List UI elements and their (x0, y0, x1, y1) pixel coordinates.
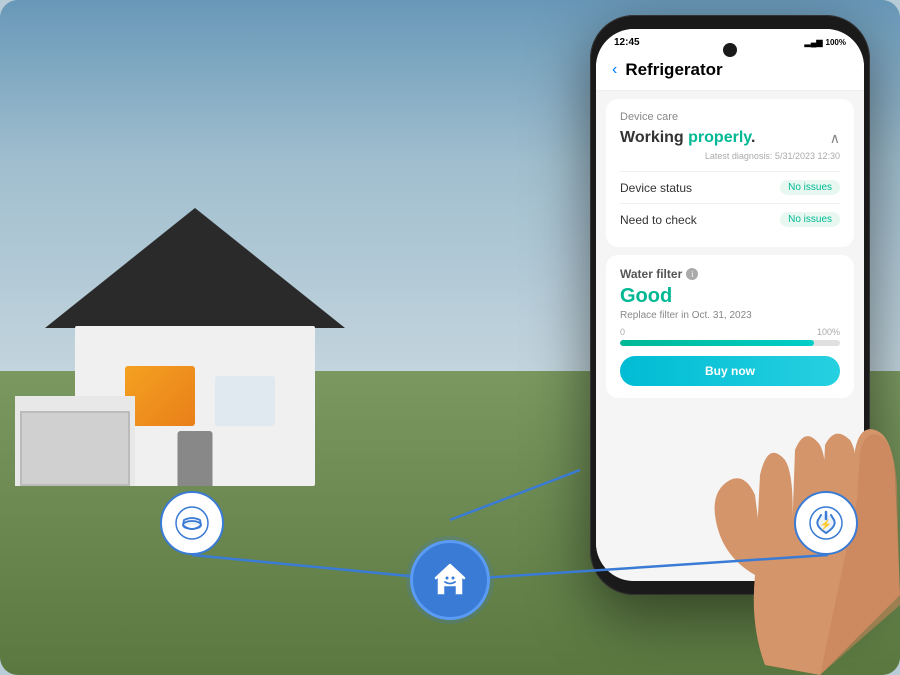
svg-text:⚡: ⚡ (820, 518, 832, 531)
center-icon-circle[interactable] (410, 540, 490, 620)
left-icon-circle[interactable] (160, 491, 224, 555)
progress-labels: 0 100% (620, 327, 840, 337)
signal-icon: ▂▄▆ (805, 38, 823, 47)
power-icon: ⚡ (809, 506, 843, 540)
house-garage-door (20, 411, 130, 486)
working-status-text: Working properly. (620, 129, 755, 147)
house (45, 206, 385, 486)
working-properly: properly (688, 129, 751, 146)
working-row: Working properly. ∧ (620, 129, 840, 147)
device-care-label: Device care (620, 111, 840, 123)
progress-fill (620, 340, 814, 346)
house-door (178, 431, 213, 486)
info-icon[interactable]: i (686, 268, 698, 280)
progress-min: 0 (620, 327, 625, 337)
progress-bar (620, 340, 840, 346)
diagnosis-date: Latest diagnosis: 5/31/2023 12:30 (620, 151, 840, 161)
need-to-check-label: Need to check (620, 213, 697, 227)
progress-max: 100% (817, 327, 840, 337)
battery-icon: 100% (826, 38, 846, 47)
filter-status-good: Good (620, 285, 840, 308)
water-filter-header: Water filter i (620, 267, 840, 281)
working-suffix: . (751, 129, 755, 146)
replace-filter-text: Replace filter in Oct. 31, 2023 (620, 310, 840, 321)
camera-notch (723, 43, 737, 57)
back-button[interactable]: ‹ (612, 61, 617, 79)
device-care-section: Device care Working properly. ∧ Latest d… (606, 99, 854, 247)
collapse-chevron[interactable]: ∧ (830, 130, 840, 147)
house-garage (15, 396, 135, 486)
water-filter-section: Water filter i Good Replace filter in Oc… (606, 255, 854, 398)
house-window-right (215, 376, 275, 426)
need-to-check-row: Need to check No issues (620, 203, 840, 235)
right-icon-circle[interactable]: ⚡ (794, 491, 858, 555)
app-header: ‹ Refrigerator (596, 52, 864, 91)
house-roof (45, 208, 345, 328)
status-time: 12:45 (614, 37, 640, 48)
status-icons: ▂▄▆ 100% (805, 38, 846, 47)
device-status-label: Device status (620, 181, 692, 195)
filter-progress: 0 100% (620, 327, 840, 346)
buy-now-button[interactable]: Buy now (620, 356, 840, 386)
water-filter-label: Water filter (620, 267, 682, 281)
working-prefix: Working (620, 129, 688, 146)
device-status-badge: No issues (780, 180, 840, 195)
need-to-check-badge: No issues (780, 212, 840, 227)
home-icon (428, 558, 472, 602)
drink-icon (175, 506, 209, 540)
app-title: Refrigerator (625, 60, 722, 80)
device-status-row: Device status No issues (620, 171, 840, 203)
house-window-left (125, 366, 195, 426)
